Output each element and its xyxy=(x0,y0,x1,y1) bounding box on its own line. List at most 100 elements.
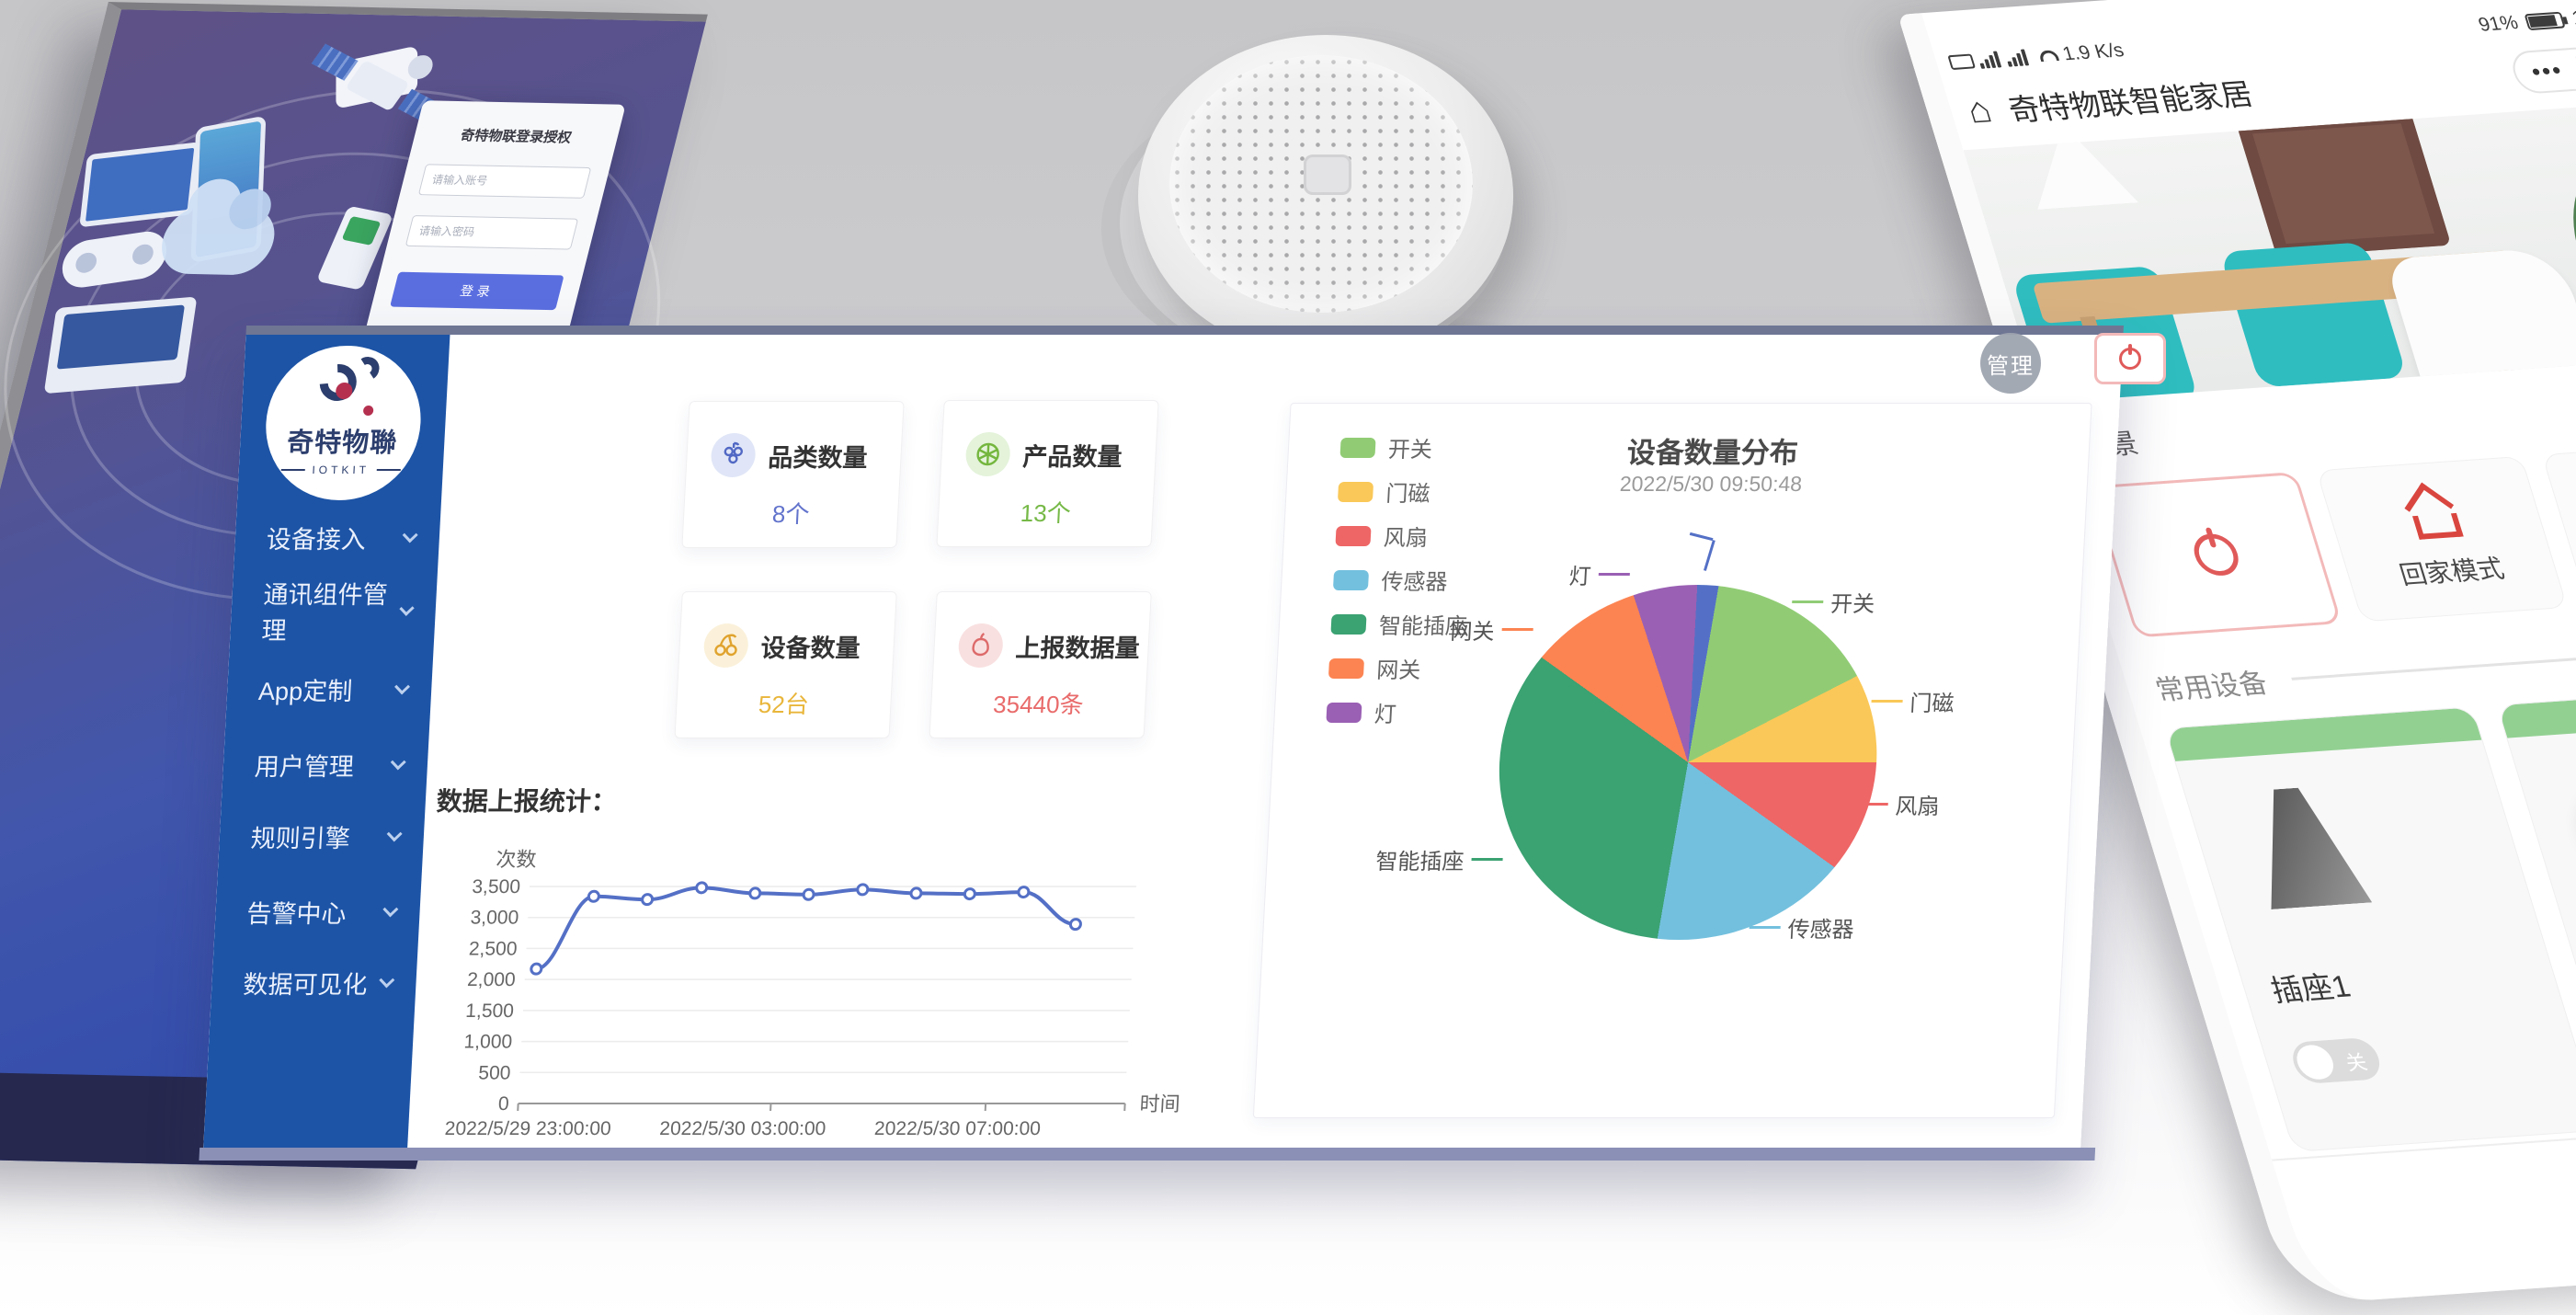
stat-card-devices: 设备数量 52台 xyxy=(674,591,896,738)
legend-item[interactable]: 门磁 xyxy=(1338,475,1476,508)
stat-title: 品类数量 xyxy=(768,438,869,474)
legend-item[interactable]: 传感器 xyxy=(1333,564,1471,596)
legend-item[interactable]: 网关 xyxy=(1328,652,1466,684)
legend-item[interactable]: 开关 xyxy=(1339,431,1477,463)
sidebar-item-app-custom[interactable]: App定制 xyxy=(226,668,432,710)
pie-chart-title: 设备数量分布 xyxy=(1496,429,1930,471)
sidebar-item-rule-engine[interactable]: 规则引擎 xyxy=(219,815,425,857)
battery-icon xyxy=(2525,12,2566,30)
report-line-chart: 次数05001,0001,5002,0002,5003,0003,5002022… xyxy=(433,822,1241,1148)
header-divider xyxy=(2291,641,2576,680)
stat-card-reported-data: 上报数据量 35440条 xyxy=(929,591,1151,738)
stat-value: 13个 xyxy=(938,495,1153,529)
power-scene-card-front[interactable] xyxy=(2094,333,2166,384)
svg-text:时间: 时间 xyxy=(1139,1092,1180,1115)
more-button[interactable]: ••• xyxy=(2527,55,2567,86)
svg-text:0: 0 xyxy=(497,1093,509,1115)
device-distribution-pie xyxy=(1490,585,1886,940)
signal-icon xyxy=(2004,49,2029,66)
pie-label-door-sensor: 门磁 xyxy=(1871,685,1955,717)
lime-icon xyxy=(964,432,1011,476)
chevron-down-icon xyxy=(391,754,406,770)
pie-label-smart-socket: 智能插座 xyxy=(1375,843,1504,875)
white-chair-shape xyxy=(2385,246,2576,385)
power-scene-card[interactable] xyxy=(2091,472,2342,638)
mini-program-title: 奇特物联智能家居 xyxy=(2002,70,2258,131)
login-title: 奇特物联登录授权 xyxy=(431,124,601,147)
svg-text:2022/5/30 03:00:00: 2022/5/30 03:00:00 xyxy=(659,1118,826,1139)
window-top-edge xyxy=(245,326,2124,335)
pie-label-sensor: 传感器 xyxy=(1749,911,1855,943)
sidebar-item-user-mgmt[interactable]: 用户管理 xyxy=(222,743,428,785)
pie-label-gateway: 网关 xyxy=(1450,613,1534,646)
pie-label-light: 灯 xyxy=(1568,558,1631,590)
sidebar: 奇特物聯 IOTKIT 设备接入 通讯组件管理 App定制 用户管理 规则引擎 xyxy=(203,335,450,1148)
home-icon[interactable]: ⌂ xyxy=(1962,89,1997,132)
device-toggle[interactable]: 关 xyxy=(2287,1037,2385,1085)
window-bottom-edge xyxy=(199,1148,2095,1161)
stat-title: 上报数据量 xyxy=(1015,628,1141,664)
power-icon xyxy=(2119,348,2141,370)
device-logo-chip xyxy=(1304,154,1351,195)
pie-label-switch: 开关 xyxy=(1791,586,1875,618)
legend-swatch xyxy=(1328,658,1364,679)
device-photo xyxy=(2235,785,2372,909)
stat-card-products: 产品数量 13个 xyxy=(936,400,1158,547)
sidebar-item-comm-components[interactable]: 通讯组件管理 xyxy=(231,589,437,632)
mode-label: 回家模式 xyxy=(2395,549,2509,592)
chevron-down-icon xyxy=(394,679,410,694)
sidebar-item-alert-center[interactable]: 告警中心 xyxy=(214,890,420,932)
line-chart-title: 数据上报统计： xyxy=(436,782,618,818)
password-input[interactable] xyxy=(405,215,579,250)
dashboard-body: 奇特物聯 IOTKIT 设备接入 通讯组件管理 App定制 用户管理 规则引擎 xyxy=(203,335,2123,1148)
legend-item[interactable]: 风扇 xyxy=(1335,520,1473,552)
wall-art-shape xyxy=(2236,109,2452,257)
chevron-down-icon xyxy=(403,527,418,543)
clock-time: 12:08 xyxy=(2570,5,2576,29)
grapes-icon xyxy=(710,433,757,477)
legend-swatch xyxy=(1326,703,1362,723)
svg-text:1,500: 1,500 xyxy=(465,1001,515,1022)
brand-subtitle: IOTKIT xyxy=(280,463,401,476)
power-icon xyxy=(2189,532,2244,577)
sim-icon xyxy=(1947,54,1976,71)
cherries-icon xyxy=(703,623,750,668)
home-mode-card[interactable]: 回家模式 xyxy=(2316,456,2568,623)
scene-manage-button[interactable]: 管理 xyxy=(1980,333,2041,394)
admin-dashboard-panel: 奇特物聯 IOTKIT 设备接入 通讯组件管理 App定制 用户管理 规则引擎 xyxy=(202,326,2124,1161)
toggle-knob xyxy=(2293,1044,2338,1081)
svg-text:500: 500 xyxy=(478,1062,511,1083)
legend-swatch xyxy=(1335,526,1371,546)
device-name: 插座1 xyxy=(2264,962,2355,1011)
chevron-down-icon xyxy=(387,826,403,841)
brand-logo: 奇特物聯 IOTKIT xyxy=(262,346,425,500)
composite-stage: 奇特物联登录授权 登录 1.9 K/s 91% 12:08 ⌂ xyxy=(0,0,2576,1315)
house-icon xyxy=(2399,487,2469,540)
svg-text:2,000: 2,000 xyxy=(467,969,517,990)
sidebar-item-device-access[interactable]: 设备接入 xyxy=(234,516,440,558)
stat-value: 8个 xyxy=(683,496,898,530)
legend-swatch xyxy=(1339,438,1375,458)
svg-text:3,000: 3,000 xyxy=(470,908,519,929)
legend-item[interactable]: 智能插座 xyxy=(1330,608,1468,640)
stat-value: 52台 xyxy=(677,686,892,720)
stat-value: 35440条 xyxy=(931,686,1146,720)
device-card-socket[interactable]: 插座1 关 xyxy=(2164,706,2576,1152)
chevron-down-icon xyxy=(379,972,394,988)
legend-swatch xyxy=(1330,614,1366,635)
svg-text:2022/5/29 23:00:00: 2022/5/29 23:00:00 xyxy=(444,1118,611,1139)
sidebar-item-data-visualization[interactable]: 数据可见化 xyxy=(211,961,416,1003)
stat-title: 设备数量 xyxy=(760,628,861,664)
toggle-label: 关 xyxy=(2342,1046,2371,1077)
common-devices-title: 常用设备 xyxy=(2149,660,2272,708)
net-speed: 1.9 K/s xyxy=(2060,40,2126,65)
svg-text:3,500: 3,500 xyxy=(472,876,521,898)
login-button[interactable]: 登录 xyxy=(390,272,564,311)
legend-item[interactable]: 灯 xyxy=(1326,696,1464,728)
pie-label-fan: 风扇 xyxy=(1856,788,1941,820)
account-input[interactable] xyxy=(418,164,592,199)
brand-name: 奇特物聯 xyxy=(286,421,398,460)
device-card-list: 插座1 关 ONLINE 阳台 家庭网关 xyxy=(2140,680,2576,1153)
svg-text:1,000: 1,000 xyxy=(463,1032,513,1053)
smart-gateway-device-image xyxy=(1133,35,1513,359)
